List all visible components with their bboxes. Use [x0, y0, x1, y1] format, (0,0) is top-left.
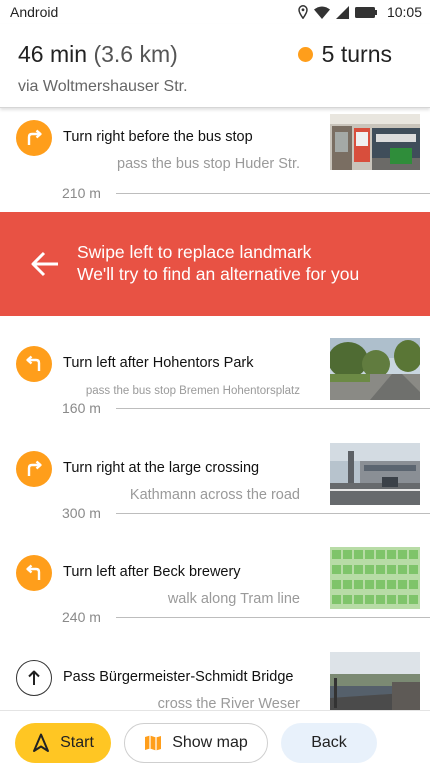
list-item[interactable]: Turn left after Beck brewery walk along … [0, 543, 430, 615]
turn-left-icon [16, 346, 52, 382]
route-summary: 46 min (3.6 km) via Woltmershauser Str. … [0, 24, 430, 108]
duration-value: 46 min [18, 41, 88, 67]
step-title: Turn left after Hohentors Park [63, 355, 254, 371]
swipe-hint-line2: We'll try to find an alternative for you [77, 264, 360, 284]
route-via: via Woltmershauser Str. [18, 78, 188, 95]
signal-icon [335, 5, 349, 19]
map-icon [145, 735, 162, 751]
turns-count: 5 turns [297, 41, 392, 68]
step-title: Turn right before the bus stop [63, 129, 253, 145]
landmark-photo[interactable] [330, 443, 420, 505]
list-item[interactable]: Turn right at the large crossing Kathman… [0, 439, 430, 511]
wifi-icon [313, 6, 330, 19]
show-map-button[interactable]: Show map [124, 723, 268, 763]
step-subtitle: Kathmann across the road [129, 487, 300, 503]
segment-distance: 210 m [62, 185, 101, 201]
list-item[interactable]: Turn left after Hohentors Park pass the … [0, 334, 430, 406]
divider [116, 513, 430, 514]
step-title: Turn left after Beck brewery [63, 564, 241, 580]
segment-distance: 240 m [62, 609, 101, 625]
step-subtitle: pass the bus stop Bremen Hohentorsplatz [85, 385, 300, 397]
clock: 10:05 [386, 4, 422, 20]
show-map-button-label: Show map [172, 734, 248, 751]
arrow-left-icon [31, 251, 58, 277]
straight-arrow-icon [16, 660, 52, 696]
step-title: Pass Bürgermeister-Schmidt Bridge [63, 669, 294, 685]
step-list[interactable]: Turn right before the bus stop pass the … [0, 108, 430, 710]
distance-row: 160 m [0, 399, 430, 419]
route-duration: 46 min (3.6 km) [18, 41, 178, 68]
back-button[interactable]: Back [281, 723, 377, 763]
divider [116, 408, 430, 409]
turn-left-icon [16, 555, 52, 591]
swipe-hint-line1: Swipe left to replace landmark [77, 242, 312, 262]
turns-label: 5 turns [321, 41, 392, 67]
back-button-label: Back [311, 734, 347, 751]
divider [116, 617, 430, 618]
start-button-label: Start [60, 734, 94, 751]
step-subtitle: pass the bus stop Huder Str. [117, 156, 300, 172]
list-item[interactable]: Turn right before the bus stop pass the … [0, 108, 430, 180]
step-subtitle: cross the River Weser [157, 696, 300, 710]
step-subtitle: walk along Tram line [167, 591, 300, 607]
distance-row: 240 m [0, 608, 430, 628]
landmark-photo[interactable] [330, 652, 420, 710]
landmark-photo[interactable] [330, 338, 420, 400]
distance-value: (3.6 km) [93, 41, 178, 67]
segment-distance: 160 m [62, 400, 101, 416]
distance-row: 210 m [0, 184, 430, 204]
status-icons: 10:05 [298, 3, 422, 21]
swipe-hint-text: Swipe left to replace landmark We'll try… [77, 241, 359, 285]
status-bar: Android 10:05 [0, 0, 430, 24]
bottom-action-bar: Start Show map Back [0, 710, 430, 770]
turns-dot-icon [297, 47, 313, 62]
start-button[interactable]: Start [15, 723, 111, 763]
list-item[interactable]: Pass Bürgermeister-Schmidt Bridge cross … [0, 648, 430, 710]
divider [116, 193, 430, 194]
landmark-photo[interactable] [330, 547, 420, 609]
distance-row: 300 m [0, 504, 430, 524]
swipe-hint-banner[interactable]: Swipe left to replace landmark We'll try… [0, 212, 430, 316]
carrier-label: Android [10, 4, 59, 20]
step-title: Turn right at the large crossing [63, 460, 260, 476]
battery-icon [354, 6, 377, 18]
location-icon [298, 5, 308, 19]
turn-right-icon [16, 120, 52, 156]
landmark-photo[interactable] [330, 114, 420, 170]
turn-right-icon [16, 451, 52, 487]
navigation-arrow-icon [33, 733, 50, 752]
segment-distance: 300 m [62, 505, 101, 521]
